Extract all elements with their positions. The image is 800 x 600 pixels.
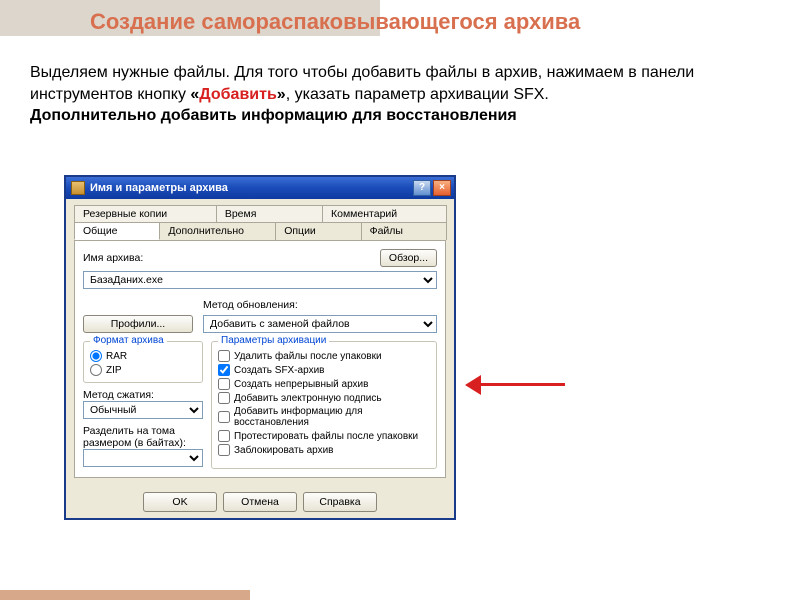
params-group-title: Параметры архивации bbox=[218, 335, 329, 346]
quote-close: » bbox=[277, 86, 286, 103]
desc-bold: Дополнительно добавить информацию для во… bbox=[30, 107, 517, 124]
tab-options[interactable]: Опции bbox=[275, 222, 361, 240]
tab-backup[interactable]: Резервные копии bbox=[74, 205, 217, 222]
option-checkbox-2[interactable] bbox=[218, 378, 230, 390]
option-checkbox-4[interactable] bbox=[218, 411, 230, 423]
format-group-title: Формат архива bbox=[90, 335, 167, 346]
format-group: Формат архива RAR ZIP bbox=[83, 341, 203, 383]
update-method-select[interactable]: Добавить с заменой файлов bbox=[203, 315, 437, 333]
archive-name-input[interactable]: БазаДаних.exe bbox=[83, 271, 437, 289]
volume-label-1: Разделить на тома bbox=[83, 425, 203, 437]
dialog-title: Имя и параметры архива bbox=[90, 182, 411, 194]
tab-files[interactable]: Файлы bbox=[361, 222, 447, 240]
close-button[interactable]: × bbox=[433, 180, 451, 196]
option-checkbox-0[interactable] bbox=[218, 350, 230, 362]
option-checkbox-6[interactable] bbox=[218, 444, 230, 456]
option-checkbox-1[interactable] bbox=[218, 364, 230, 376]
radio-rar[interactable] bbox=[90, 350, 102, 362]
ok-button[interactable]: OK bbox=[143, 492, 217, 512]
radio-zip[interactable] bbox=[90, 364, 102, 376]
option-label-1: Создать SFX-архив bbox=[234, 365, 324, 376]
help-titlebar-button[interactable]: ? bbox=[413, 180, 431, 196]
dialog-panel: Имя архива: Обзор... БазаДаних.exe Метод… bbox=[74, 240, 446, 478]
slide-title: Создание самораспаковывающегося архива bbox=[0, 5, 580, 35]
option-checkbox-3[interactable] bbox=[218, 392, 230, 404]
archive-icon bbox=[71, 181, 85, 195]
option-label-0: Удалить файлы после упаковки bbox=[234, 351, 382, 362]
option-6[interactable]: Заблокировать архив bbox=[218, 444, 430, 456]
compress-label: Метод сжатия: bbox=[83, 389, 203, 401]
option-4[interactable]: Добавить информацию для восстановления bbox=[218, 406, 430, 428]
callout-arrow bbox=[465, 375, 565, 395]
tab-general[interactable]: Общие bbox=[74, 222, 160, 240]
option-checkbox-5[interactable] bbox=[218, 430, 230, 442]
option-3[interactable]: Добавить электронную подпись bbox=[218, 392, 430, 404]
archive-name-label: Имя архива: bbox=[83, 252, 143, 264]
cancel-button[interactable]: Отмена bbox=[223, 492, 297, 512]
format-zip-radio[interactable]: ZIP bbox=[90, 364, 196, 376]
help-button[interactable]: Справка bbox=[303, 492, 377, 512]
desc-mid: , указать параметр архивации SFX. bbox=[286, 86, 549, 103]
tab-time[interactable]: Время bbox=[216, 205, 323, 222]
slide-description: Выделяем нужные файлы. Для того чтобы до… bbox=[0, 50, 800, 127]
option-5[interactable]: Протестировать файлы после упаковки bbox=[218, 430, 430, 442]
option-label-5: Протестировать файлы после упаковки bbox=[234, 431, 418, 442]
update-method-label: Метод обновления: bbox=[203, 299, 298, 311]
dialog-buttons: OK Отмена Справка bbox=[66, 486, 454, 518]
tab-comment[interactable]: Комментарий bbox=[322, 205, 447, 222]
option-0[interactable]: Удалить файлы после упаковки bbox=[218, 350, 430, 362]
tab-advanced[interactable]: Дополнительно bbox=[159, 222, 276, 240]
footer-accent bbox=[0, 590, 250, 600]
archive-dialog: Имя и параметры архива ? × Резервные коп… bbox=[64, 175, 456, 520]
option-label-6: Заблокировать архив bbox=[234, 445, 334, 456]
tabs-row-2: Общие Дополнительно Опции Файлы bbox=[66, 222, 454, 240]
browse-button[interactable]: Обзор... bbox=[380, 249, 437, 267]
volume-select[interactable] bbox=[83, 449, 203, 467]
option-label-2: Создать непрерывный архив bbox=[234, 379, 368, 390]
option-label-4: Добавить информацию для восстановления bbox=[234, 406, 430, 428]
desc-keyword: Добавить bbox=[199, 86, 277, 103]
format-rar-radio[interactable]: RAR bbox=[90, 350, 196, 362]
tabs-row-1: Резервные копии Время Комментарий bbox=[66, 199, 454, 222]
option-2[interactable]: Создать непрерывный архив bbox=[218, 378, 430, 390]
dialog-titlebar[interactable]: Имя и параметры архива ? × bbox=[66, 177, 454, 199]
options-list: Удалить файлы после упаковки Создать SFX-… bbox=[218, 350, 430, 456]
profiles-button[interactable]: Профили... bbox=[83, 315, 193, 333]
quote-open: « bbox=[190, 86, 199, 103]
params-group: Параметры архивации Удалить файлы после … bbox=[211, 341, 437, 469]
arrow-line bbox=[479, 383, 565, 386]
option-label-3: Добавить электронную подпись bbox=[234, 393, 382, 404]
volume-label-2: размером (в байтах): bbox=[83, 437, 203, 449]
compress-select[interactable]: Обычный bbox=[83, 401, 203, 419]
option-1[interactable]: Создать SFX-архив bbox=[218, 364, 430, 376]
